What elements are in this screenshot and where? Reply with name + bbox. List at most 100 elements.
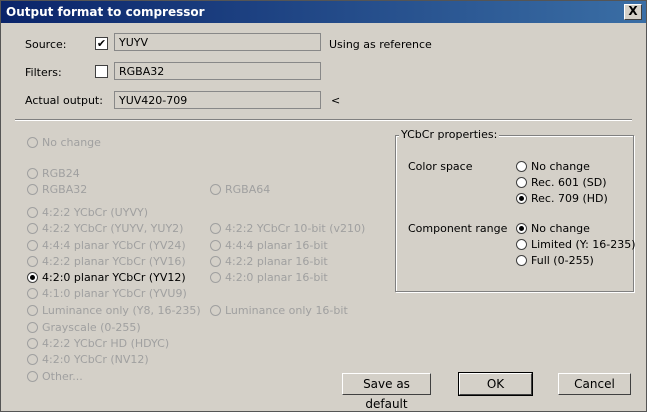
format-label: Other... bbox=[42, 370, 83, 383]
ycbcr-properties-group bbox=[395, 135, 634, 292]
radio-selected-icon bbox=[516, 193, 527, 204]
radio-icon bbox=[27, 256, 38, 267]
source-label: Source: bbox=[25, 38, 67, 51]
option-label: Rec. 709 (HD) bbox=[531, 192, 608, 205]
format-other-radio[interactable]: Other... bbox=[27, 370, 83, 383]
format-label: 4:1:0 planar YCbCr (YVU9) bbox=[42, 287, 187, 300]
radio-icon bbox=[27, 223, 38, 234]
format-yv16-16-radio[interactable]: 4:2:2 planar 16-bit bbox=[210, 255, 328, 268]
format-label: Grayscale (0-255) bbox=[42, 321, 141, 334]
format-v210-radio[interactable]: 4:2:2 YCbCr 10-bit (v210) bbox=[210, 222, 365, 235]
option-label: Full (0-255) bbox=[531, 254, 594, 267]
radio-icon bbox=[27, 288, 38, 299]
format-label: 4:2:2 planar YCbCr (YV16) bbox=[42, 255, 186, 268]
format-label: RGB24 bbox=[42, 167, 80, 180]
radio-icon bbox=[27, 240, 38, 251]
color-space-label: Color space bbox=[408, 160, 473, 173]
radio-icon bbox=[210, 305, 221, 316]
format-label: RGBA32 bbox=[42, 183, 88, 196]
radio-icon bbox=[516, 161, 527, 172]
option-label: Rec. 601 (SD) bbox=[531, 176, 607, 189]
format-yv12-16-radio[interactable]: 4:2:0 planar 16-bit bbox=[210, 271, 328, 284]
radio-icon bbox=[210, 272, 221, 283]
radio-icon bbox=[516, 239, 527, 250]
format-label: 4:2:2 planar 16-bit bbox=[225, 255, 328, 268]
format-label: Luminance only (Y8, 16-235) bbox=[42, 304, 201, 317]
radio-icon bbox=[27, 354, 38, 365]
format-yv24-radio[interactable]: 4:4:4 planar YCbCr (YV24) bbox=[27, 239, 186, 252]
radio-icon bbox=[27, 137, 38, 148]
radio-icon bbox=[210, 184, 221, 195]
radio-icon bbox=[27, 322, 38, 333]
save-as-default-button[interactable]: Save as default bbox=[342, 373, 431, 411]
format-label: 4:2:0 planar YCbCr (YV12) bbox=[42, 271, 186, 284]
radio-icon bbox=[210, 256, 221, 267]
filters-label: Filters: bbox=[25, 66, 62, 79]
title-bar: Output format to compressor X bbox=[1, 1, 646, 23]
actual-output-marker: < bbox=[331, 94, 341, 107]
source-note: Using as reference bbox=[329, 38, 432, 51]
format-y8-radio[interactable]: Luminance only (Y8, 16-235) bbox=[27, 304, 201, 317]
format-yv16-radio[interactable]: 4:2:2 planar YCbCr (YV16) bbox=[27, 255, 186, 268]
format-hdyc-radio[interactable]: 4:2:2 YCbCr HD (HDYC) bbox=[27, 337, 169, 350]
format-label: RGBA64 bbox=[225, 183, 271, 196]
output-format-dialog: Output format to compressor X Source: ✔ … bbox=[0, 0, 647, 412]
radio-icon bbox=[27, 338, 38, 349]
color-space-no-change-radio[interactable]: No change bbox=[516, 160, 590, 173]
radio-icon bbox=[27, 184, 38, 195]
filters-checkbox[interactable] bbox=[95, 65, 108, 78]
option-label: Limited (Y: 16-235) bbox=[531, 238, 636, 251]
dialog-title: Output format to compressor bbox=[6, 5, 205, 19]
option-label: No change bbox=[531, 222, 590, 235]
format-label: 4:4:4 planar 16-bit bbox=[225, 239, 328, 252]
source-checkbox[interactable]: ✔ bbox=[95, 37, 108, 50]
format-label: 4:2:2 YCbCr (YUYV, YUY2) bbox=[42, 222, 184, 235]
range-limited-radio[interactable]: Limited (Y: 16-235) bbox=[516, 238, 636, 251]
radio-icon bbox=[27, 305, 38, 316]
radio-icon bbox=[27, 371, 38, 382]
format-yvu9-radio[interactable]: 4:1:0 planar YCbCr (YVU9) bbox=[27, 287, 187, 300]
close-button[interactable]: X bbox=[624, 4, 642, 20]
format-uyvy-radio[interactable]: 4:2:2 YCbCr (UYVY) bbox=[27, 206, 148, 219]
cancel-button[interactable]: Cancel bbox=[558, 373, 631, 395]
format-label: No change bbox=[42, 136, 101, 149]
radio-selected-icon bbox=[516, 223, 527, 234]
format-gray-radio[interactable]: Grayscale (0-255) bbox=[27, 321, 141, 334]
radio-icon bbox=[516, 177, 527, 188]
format-rgba64-radio[interactable]: RGBA64 bbox=[210, 183, 270, 196]
radio-icon bbox=[210, 240, 221, 251]
radio-icon bbox=[27, 168, 38, 179]
source-field: YUYV bbox=[114, 33, 321, 51]
format-label: 4:2:0 planar 16-bit bbox=[225, 271, 328, 284]
format-no-change-radio[interactable]: No change bbox=[27, 136, 101, 149]
format-yuy2-radio[interactable]: 4:2:2 YCbCr (YUYV, YUY2) bbox=[27, 222, 183, 235]
actual-output-field: YUV420-709 bbox=[114, 91, 321, 109]
format-label: 4:2:2 YCbCr HD (HDYC) bbox=[42, 337, 170, 350]
format-yv24-16-radio[interactable]: 4:4:4 planar 16-bit bbox=[210, 239, 328, 252]
radio-icon bbox=[27, 207, 38, 218]
format-label: 4:2:0 YCbCr (NV12) bbox=[42, 353, 149, 366]
radio-icon bbox=[210, 223, 221, 234]
format-label: 4:2:2 YCbCr (UYVY) bbox=[42, 206, 148, 219]
range-no-change-radio[interactable]: No change bbox=[516, 222, 590, 235]
format-label: Luminance only 16-bit bbox=[225, 304, 348, 317]
separator bbox=[15, 119, 632, 121]
format-label: 4:2:2 YCbCr 10-bit (v210) bbox=[225, 222, 366, 235]
option-label: No change bbox=[531, 160, 590, 173]
filters-field: RGBA32 bbox=[114, 62, 321, 80]
color-space-709-radio[interactable]: Rec. 709 (HD) bbox=[516, 192, 608, 205]
ok-button[interactable]: OK bbox=[458, 372, 533, 396]
format-y16-radio[interactable]: Luminance only 16-bit bbox=[210, 304, 348, 317]
actual-output-label: Actual output: bbox=[25, 94, 103, 107]
range-full-radio[interactable]: Full (0-255) bbox=[516, 254, 594, 267]
radio-selected-icon bbox=[27, 272, 38, 283]
ycbcr-group-title: YCbCr properties: bbox=[399, 128, 500, 141]
format-yv12-radio[interactable]: 4:2:0 planar YCbCr (YV12) bbox=[27, 271, 186, 284]
component-range-label: Component range bbox=[408, 222, 508, 235]
radio-icon bbox=[516, 255, 527, 266]
format-rgba32-radio[interactable]: RGBA32 bbox=[27, 183, 87, 196]
format-rgb24-radio[interactable]: RGB24 bbox=[27, 167, 80, 180]
color-space-601-radio[interactable]: Rec. 601 (SD) bbox=[516, 176, 607, 189]
format-label: 4:4:4 planar YCbCr (YV24) bbox=[42, 239, 186, 252]
format-nv12-radio[interactable]: 4:2:0 YCbCr (NV12) bbox=[27, 353, 149, 366]
